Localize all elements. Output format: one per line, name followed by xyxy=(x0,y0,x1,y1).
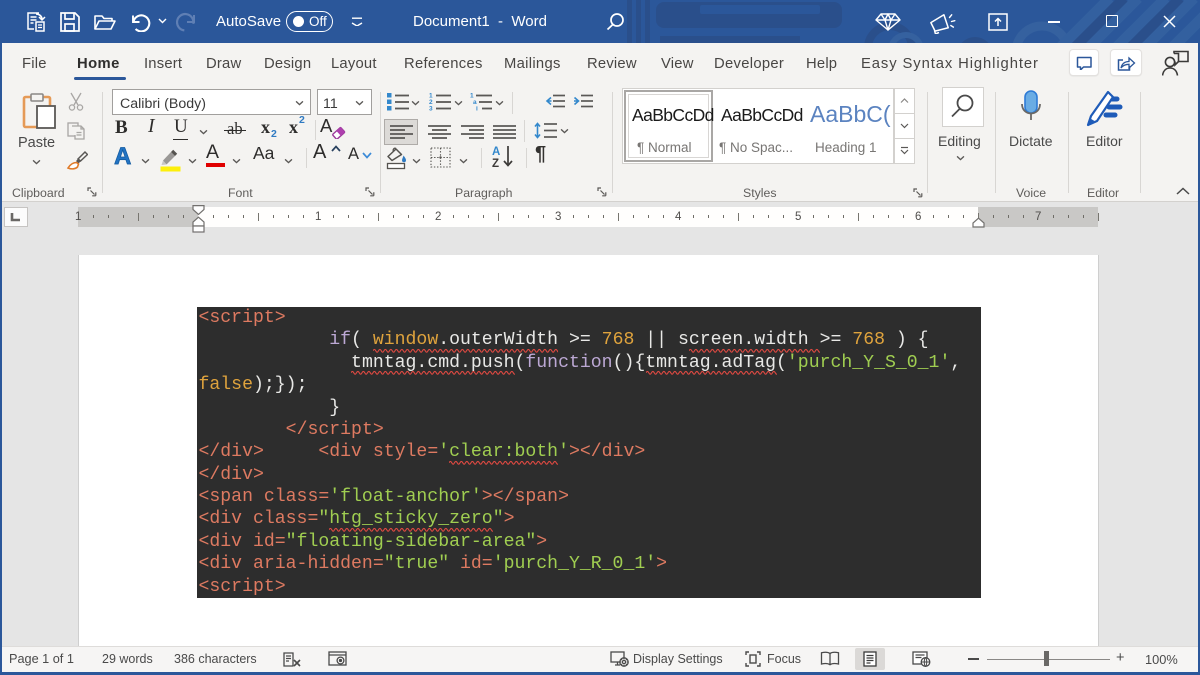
svg-text:Z: Z xyxy=(492,158,499,169)
svg-text:A: A xyxy=(492,146,500,158)
svg-text:3: 3 xyxy=(429,106,433,112)
svg-text:i: i xyxy=(476,106,478,112)
